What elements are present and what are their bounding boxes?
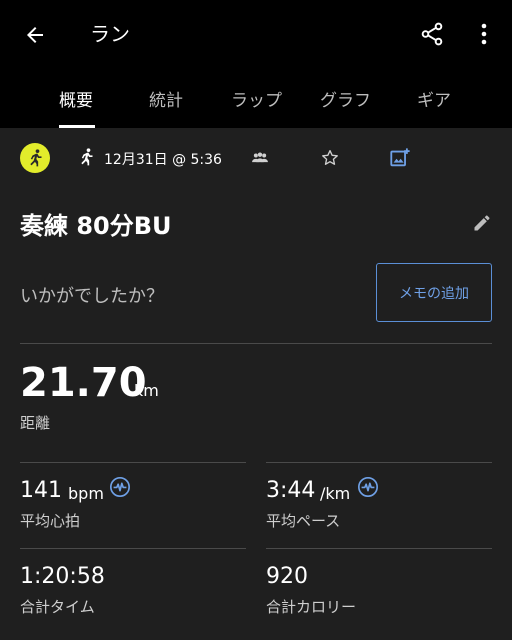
activity-name: 奏練 80分BU (20, 212, 172, 240)
pace-info-icon[interactable] (357, 476, 379, 498)
total-calories-value: 920 (266, 564, 308, 589)
heart-rate-info-icon[interactable] (109, 476, 131, 498)
pencil-icon (474, 215, 490, 231)
distance-value: 21.70 (20, 360, 147, 406)
feel-prompt-text: いかがでしたか？ (20, 286, 164, 307)
running-person-icon (30, 149, 42, 167)
more-vert-icon (481, 23, 487, 45)
total-time-label: 合計タイム (20, 598, 95, 616)
total-time-value: 1:20:58 (20, 564, 105, 589)
avg-heart-rate-value: 141 (20, 478, 62, 503)
distance-unit: km (134, 381, 159, 400)
tab-bar: 概要 統計 ラップ グラフ ギア (0, 78, 512, 128)
avg-heart-rate-label: 平均心拍 (20, 512, 81, 530)
people-icon[interactable] (250, 150, 270, 166)
activity-date-time: 12月31日 @ 5:36 (104, 152, 222, 168)
tab-gear[interactable]: ギア (417, 86, 451, 111)
avg-pace-value: 3:44 (266, 478, 316, 503)
distance-label: 距離 (20, 414, 51, 432)
active-tab-indicator (59, 125, 95, 128)
share-button[interactable] (418, 19, 446, 49)
share-icon (421, 22, 443, 46)
divider (20, 343, 492, 344)
edit-name-button[interactable] (470, 211, 494, 235)
divider (20, 462, 246, 463)
run-activity-icon (81, 148, 93, 166)
avg-pace-label: 平均ペース (266, 512, 341, 530)
total-calories-label: 合計カロリー (266, 598, 357, 616)
avatar[interactable] (20, 143, 50, 173)
add-note-button[interactable]: メモの追加 (376, 263, 492, 322)
more-options-button[interactable] (474, 19, 494, 49)
divider (266, 462, 492, 463)
activity-info-row: 12月31日 @ 5:36 (0, 140, 512, 178)
tab-stats[interactable]: 統計 (149, 86, 183, 111)
page-title: ラン (90, 22, 130, 46)
add-photo-icon[interactable] (389, 147, 411, 169)
tab-overview[interactable]: 概要 (59, 86, 93, 111)
avg-heart-rate-unit: bpm (68, 484, 104, 503)
star-outline-icon[interactable] (320, 148, 340, 168)
arrow-left-icon (27, 27, 43, 43)
divider (20, 548, 246, 549)
divider (266, 548, 492, 549)
avg-pace-unit: /km (320, 484, 351, 503)
top-app-bar: ラン 概要 統計 ラップ グラフ ギア (0, 0, 512, 128)
tab-laps[interactable]: ラップ (231, 86, 282, 111)
tab-graphs[interactable]: グラフ (320, 86, 371, 111)
back-button[interactable] (20, 20, 50, 50)
